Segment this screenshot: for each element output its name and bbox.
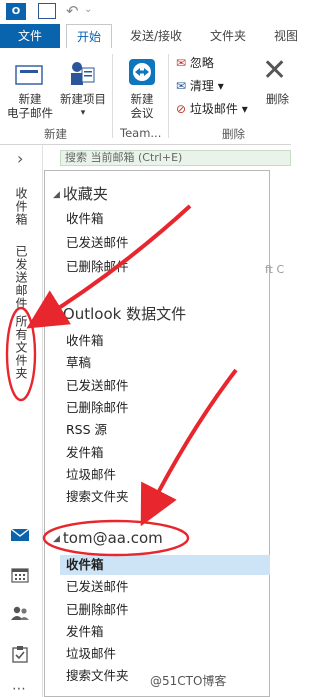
annotation-ellipse-all-folders [5,306,37,402]
annotation-ellipse-account [42,519,190,557]
annotation-arrow-2 [140,368,238,527]
annotation-overlay [5,204,238,557]
watermark: @51CTO博客 [150,674,227,688]
annotation-arrow-1 [26,204,192,329]
